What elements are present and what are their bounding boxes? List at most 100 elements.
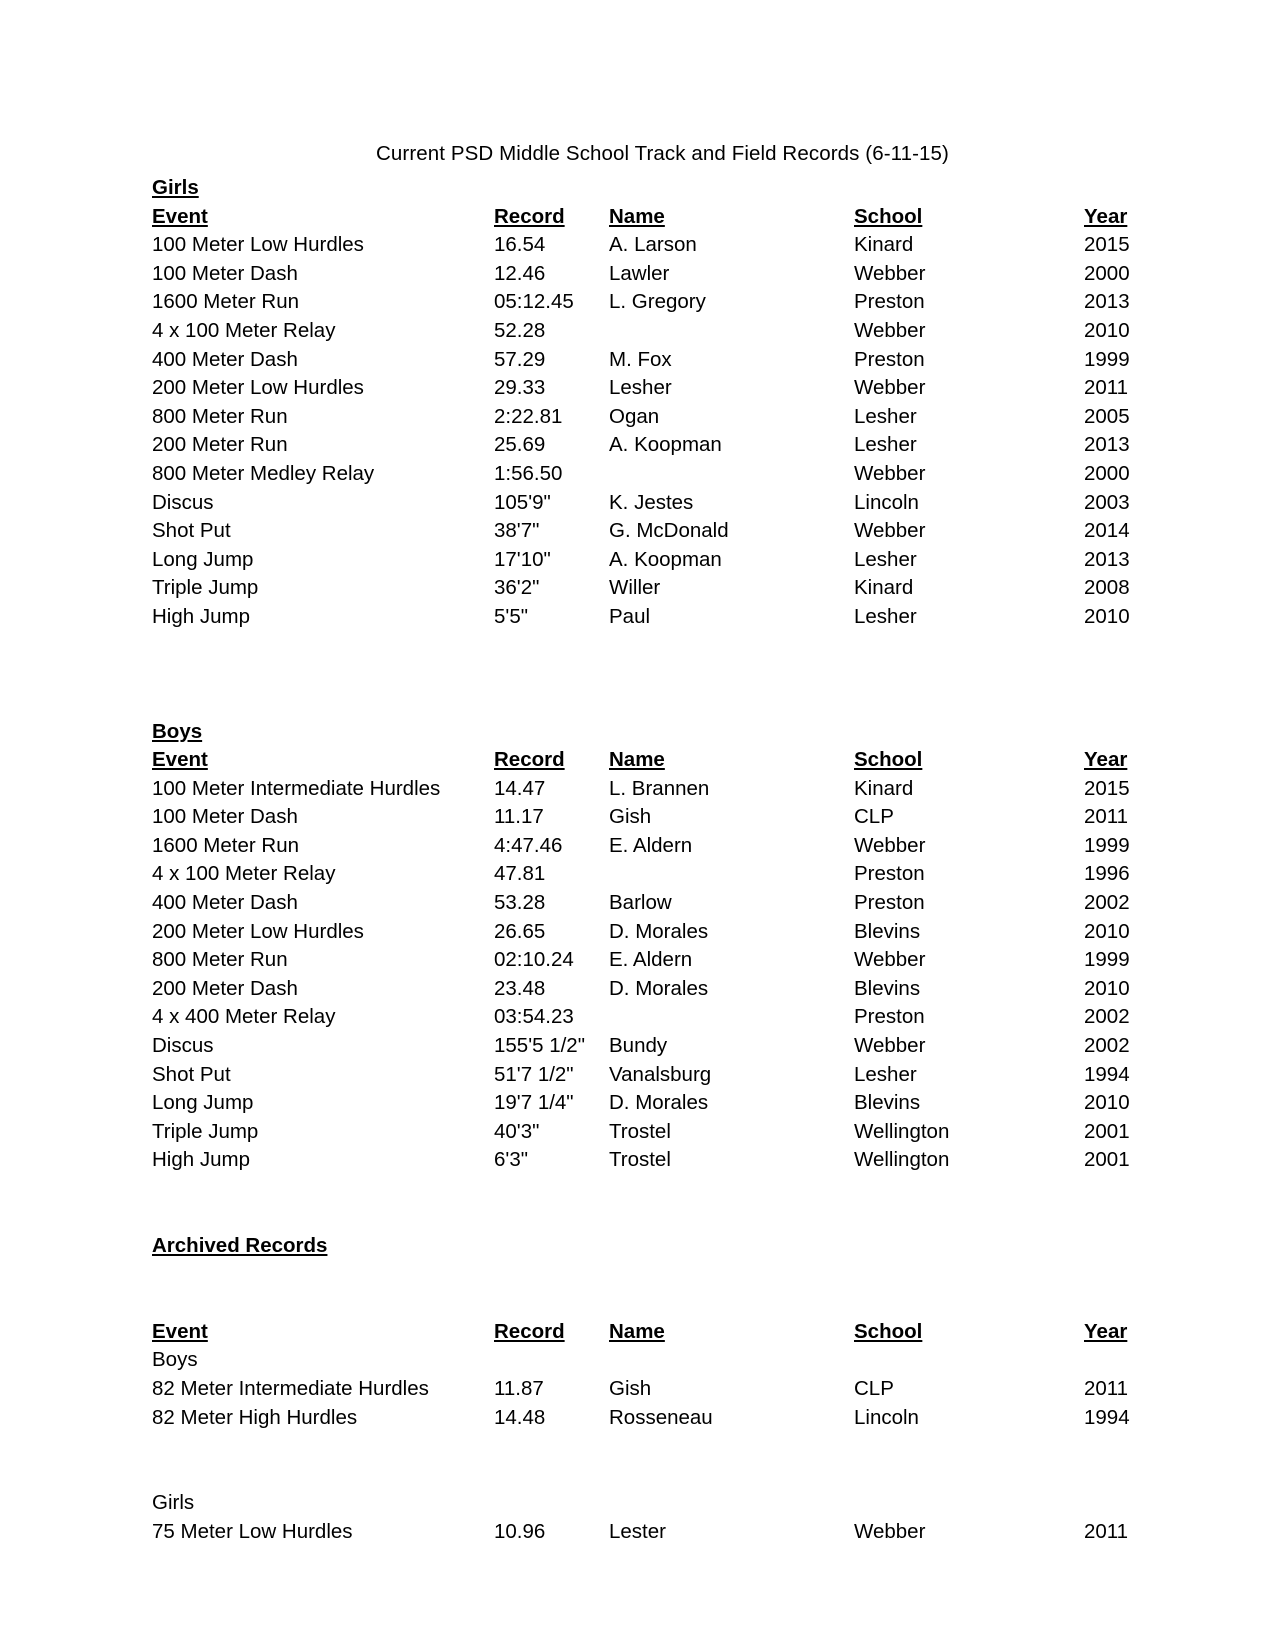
- table-row: Shot Put 38'7" G. McDonald Webber 2014: [152, 517, 1142, 546]
- table-row: 4 x 100 Meter Relay 47.81 Preston 1996: [152, 860, 1142, 889]
- column-header-record: Record: [494, 1318, 609, 1347]
- archived-group-label: Girls: [152, 1491, 195, 1515]
- cell-name: Gish: [609, 805, 652, 829]
- cell-record: 1:56.50: [494, 461, 563, 485]
- cell-year: 2008: [1084, 576, 1130, 600]
- column-header-school-label: School: [854, 204, 923, 228]
- cell-event: 400 Meter Dash: [152, 347, 298, 371]
- cell-name: D. Morales: [609, 919, 709, 943]
- cell-event: 4 x 100 Meter Relay: [152, 862, 336, 886]
- cell-school: Kinard: [854, 233, 914, 257]
- table-row: 100 Meter Dash 11.17 Gish CLP 2011: [152, 803, 1142, 832]
- cell-year: 2000: [1084, 261, 1130, 285]
- cell-year: 2000: [1084, 461, 1130, 485]
- table-header-boys: Event Record Name School Year: [152, 746, 1142, 775]
- table-row: Long Jump 19'7 1/4" D. Morales Blevins 2010: [152, 1089, 1142, 1118]
- cell-year: 2011: [1084, 805, 1129, 829]
- cell-record: 17'10": [494, 547, 551, 571]
- column-header-event-label: Event: [152, 204, 208, 228]
- cell-event: Triple Jump: [152, 1119, 259, 1143]
- table-row: Discus 155'5 1/2" Bundy Webber 2002: [152, 1032, 1142, 1061]
- cell-name: K. Jestes: [609, 490, 694, 514]
- table-row: 4 x 400 Meter Relay 03:54.23 Preston 2002: [152, 1003, 1142, 1032]
- cell-school: Preston: [854, 290, 925, 314]
- cell-record: 5'5": [494, 604, 528, 628]
- cell-name: Lawler: [609, 261, 670, 285]
- cell-school: Lesher: [854, 547, 917, 571]
- cell-school: Blevins: [854, 976, 921, 1000]
- column-header-record-label: Record: [494, 204, 565, 228]
- cell-event: Long Jump: [152, 547, 254, 571]
- cell-event: 100 Meter Dash: [152, 805, 298, 829]
- column-header-event: Event: [152, 1318, 494, 1347]
- document-page: Current PSD Middle School Track and Fiel…: [0, 0, 1275, 1650]
- cell-record: 40'3": [494, 1119, 540, 1143]
- cell-school: Preston: [854, 1005, 925, 1029]
- cell-school: Kinard: [854, 576, 914, 600]
- cell-event: Long Jump: [152, 1091, 254, 1115]
- cell-year: 2010: [1084, 976, 1130, 1000]
- table-row: Long Jump 17'10" A. Koopman Lesher 2013: [152, 546, 1142, 575]
- table-row: 200 Meter Low Hurdles 26.65 D. Morales Blev…: [152, 918, 1142, 947]
- cell-record: 12.46: [494, 261, 546, 285]
- table-row: 800 Meter Medley Relay 1:56.50 Webber 2000: [152, 460, 1142, 489]
- cell-event: 800 Meter Run: [152, 404, 288, 428]
- table-body-boys: 100 Meter Intermediate Hurdles 14.47 L. Br…: [152, 775, 1142, 1175]
- cell-name: Lester: [609, 1519, 666, 1543]
- cell-school: Blevins: [854, 1091, 921, 1115]
- cell-event: 4 x 100 Meter Relay: [152, 318, 336, 342]
- section-heading-archived: Archived Records: [152, 1234, 328, 1257]
- table-row: 100 Meter Low Hurdles 16.54 A. Larson Kinar…: [152, 231, 1142, 260]
- cell-name: Rosseneau: [609, 1405, 713, 1429]
- table-row: 1600 Meter Run 05:12.45 L. Gregory Preston 2…: [152, 288, 1142, 317]
- cell-school: Wellington: [854, 1148, 950, 1172]
- cell-record: 38'7": [494, 519, 540, 543]
- table-row: High Jump 5'5" Paul Lesher 2010: [152, 603, 1142, 632]
- cell-event: 1600 Meter Run: [152, 833, 300, 857]
- cell-school: Webber: [854, 376, 926, 400]
- cell-year: 2002: [1084, 1005, 1130, 1029]
- column-header-event-label: Event: [152, 748, 208, 772]
- cell-event: 100 Meter Dash: [152, 261, 298, 285]
- cell-record: 11.17: [494, 805, 544, 829]
- cell-record: 105'9": [494, 490, 551, 514]
- cell-year: 1999: [1084, 948, 1130, 972]
- cell-name: M. Fox: [609, 347, 672, 371]
- cell-event: 4 x 400 Meter Relay: [152, 1005, 336, 1029]
- cell-event: High Jump: [152, 604, 250, 628]
- column-header-name: Name: [609, 203, 854, 232]
- table-row: Triple Jump 40'3" Trostel Wellington 2001: [152, 1118, 1142, 1147]
- cell-event: 200 Meter Dash: [152, 976, 298, 1000]
- column-header-event: Event: [152, 746, 494, 775]
- cell-record: 6'3": [494, 1148, 528, 1172]
- table-row: 100 Meter Dash 12.46 Lawler Webber 2000: [152, 260, 1142, 289]
- column-header-event-label: Event: [152, 1319, 208, 1343]
- cell-year: 2001: [1084, 1119, 1130, 1143]
- cell-event: 200 Meter Low Hurdles: [152, 919, 364, 943]
- cell-event: 800 Meter Run: [152, 948, 288, 972]
- cell-year: 2001: [1084, 1148, 1130, 1172]
- cell-event: Discus: [152, 1034, 214, 1058]
- cell-school: Webber: [854, 461, 926, 485]
- column-header-record-label: Record: [494, 748, 565, 772]
- cell-record: 52.28: [494, 318, 546, 342]
- cell-year: 2013: [1084, 547, 1130, 571]
- column-header-record: Record: [494, 203, 609, 232]
- cell-event: 400 Meter Dash: [152, 891, 298, 915]
- table-row: High Jump 6'3" Trostel Wellington 2001: [152, 1146, 1142, 1175]
- cell-school: CLP: [854, 805, 894, 829]
- cell-record: 29.33: [494, 376, 546, 400]
- cell-record: 14.48: [494, 1405, 546, 1429]
- cell-school: CLP: [854, 1376, 894, 1400]
- table-row: 400 Meter Dash 57.29 M. Fox Preston 1999: [152, 346, 1142, 375]
- cell-year: 1999: [1084, 347, 1130, 371]
- table-body-girls: 100 Meter Low Hurdles 16.54 A. Larson Kinar…: [152, 231, 1142, 631]
- column-header-school: School: [854, 1318, 1084, 1347]
- column-header-school: School: [854, 746, 1084, 775]
- records-content: Girls Event Record Name School Year 100 …: [152, 174, 1142, 1547]
- table-row: 800 Meter Run 2:22.81 Ogan Lesher 2005: [152, 403, 1142, 432]
- cell-name: Vanalsburg: [609, 1062, 712, 1086]
- cell-record: 03:54.23: [494, 1005, 574, 1029]
- column-header-year: Year: [1084, 1318, 1144, 1347]
- table-row: 200 Meter Dash 23.48 D. Morales Blevins 2010: [152, 975, 1142, 1004]
